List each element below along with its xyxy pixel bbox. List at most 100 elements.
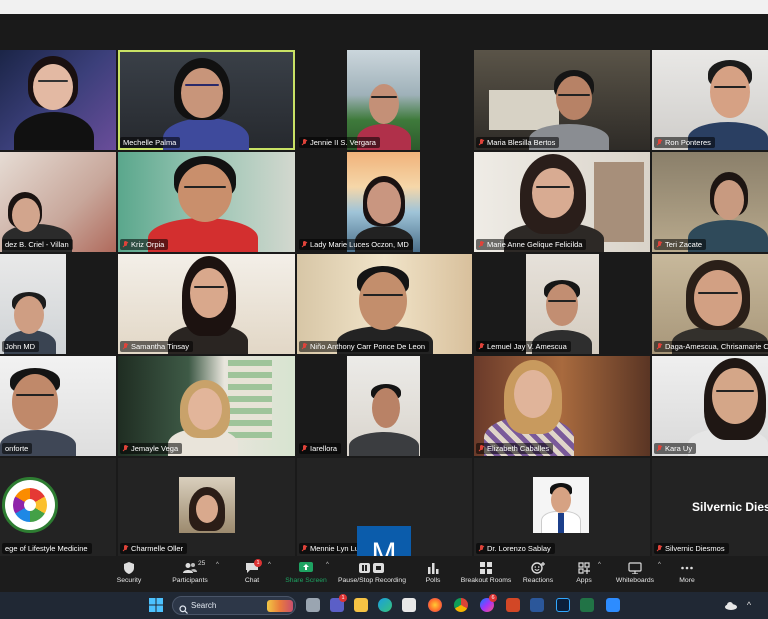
video-tile-active-speaker[interactable]: Mechelle Palma bbox=[118, 50, 295, 150]
grid-icon bbox=[479, 562, 493, 574]
video-tile[interactable]: Silvernic Diesr Silvernic Diesmos bbox=[652, 458, 768, 556]
participant-name-tag: Elizabeth Caballes bbox=[476, 443, 554, 454]
video-tile[interactable]: Elizabeth Caballes bbox=[474, 356, 650, 456]
meeting-header-strip bbox=[0, 14, 768, 50]
apps-icon bbox=[577, 562, 591, 574]
participant-name-tag: Iarellora bbox=[299, 443, 342, 454]
mic-muted-icon bbox=[479, 139, 484, 146]
file-explorer-icon[interactable] bbox=[354, 598, 368, 612]
participants-caret[interactable]: ^ bbox=[216, 562, 219, 568]
search-icon bbox=[179, 601, 188, 619]
edge-icon[interactable] bbox=[378, 598, 392, 612]
video-tile[interactable]: Dr. Lorenzo Sablay bbox=[474, 458, 650, 556]
teams-icon[interactable]: 1 bbox=[330, 594, 347, 612]
chrome-icon[interactable] bbox=[454, 598, 468, 612]
tray-chevron-icon[interactable]: ^ bbox=[742, 598, 756, 612]
video-tile[interactable]: Maria Blesilla Bertos bbox=[474, 50, 650, 150]
powerpoint-icon[interactable] bbox=[506, 598, 520, 612]
participant-name-tag: ege of Lifestyle Medicine bbox=[2, 543, 92, 554]
reactions-button[interactable]: Reactions bbox=[520, 558, 556, 590]
participant-name-tag: Kara Uy bbox=[654, 443, 697, 454]
pause-stop-icon bbox=[359, 562, 385, 574]
video-tile[interactable]: Samantha Tinsay bbox=[118, 254, 295, 354]
participant-name-tag: Niño Anthony Carr Ponce De Leon bbox=[299, 341, 430, 352]
mic-muted-icon bbox=[657, 545, 662, 552]
mic-muted-icon bbox=[479, 545, 484, 552]
video-tile[interactable]: Iarellora bbox=[297, 356, 472, 456]
task-view-icon[interactable] bbox=[306, 598, 320, 612]
chat-badge: 1 bbox=[254, 559, 262, 567]
whiteboards-button[interactable]: Whiteboards bbox=[612, 558, 658, 590]
mic-muted-icon bbox=[123, 343, 128, 350]
messenger-icon[interactable]: 6 bbox=[480, 594, 497, 612]
video-tile[interactable]: Teri Zacate bbox=[652, 152, 768, 252]
mic-muted-icon bbox=[302, 545, 307, 552]
participant-name-tag: John MD bbox=[2, 341, 40, 352]
participant-name-tag: Charmelle Oller bbox=[120, 543, 188, 554]
video-tile[interactable]: John MD bbox=[0, 254, 116, 354]
participant-name-tag: Maria Blesilla Bertos bbox=[476, 137, 560, 148]
breakout-rooms-button[interactable]: Breakout Rooms bbox=[458, 558, 514, 590]
video-tile[interactable]: Kara Uy bbox=[652, 356, 768, 456]
video-tile[interactable]: Kriz Orpia bbox=[118, 152, 295, 252]
windows-taskbar: Search 1 6 ^ bbox=[0, 592, 768, 619]
search-highlight-icon bbox=[267, 600, 293, 612]
store-icon[interactable] bbox=[402, 598, 416, 612]
chat-button[interactable]: 1 Chat bbox=[238, 558, 266, 590]
mic-muted-icon bbox=[302, 139, 307, 146]
share-screen-button[interactable]: Share Screen bbox=[284, 558, 328, 590]
excel-icon[interactable] bbox=[580, 598, 594, 612]
video-tile[interactable]: dez B. Criel - Villan bbox=[0, 152, 116, 252]
firefox-icon[interactable] bbox=[428, 598, 442, 612]
video-tile[interactable]: Jennie II S. Vergara bbox=[297, 50, 472, 150]
video-tile[interactable]: Marie Anne Gelique Felicilda bbox=[474, 152, 650, 252]
participant-name-tag: Marie Anne Gelique Felicilda bbox=[476, 239, 587, 250]
apps-caret[interactable]: ^ bbox=[598, 562, 601, 568]
video-tile[interactable]: ege of Lifestyle Medicine bbox=[0, 458, 116, 556]
share-caret[interactable]: ^ bbox=[326, 562, 329, 568]
mic-muted-icon bbox=[657, 343, 662, 350]
bar-chart-icon bbox=[426, 562, 440, 574]
video-tile[interactable]: Niño Anthony Carr Ponce De Leon bbox=[297, 254, 472, 354]
mic-muted-icon bbox=[302, 343, 307, 350]
participant-name-tag: Teri Zacate bbox=[654, 239, 707, 250]
cloud-icon[interactable] bbox=[724, 598, 738, 612]
taskbar-search[interactable]: Search bbox=[172, 596, 296, 615]
participant-name-tag: Samantha Tinsay bbox=[120, 341, 193, 352]
mic-muted-icon bbox=[479, 343, 484, 350]
word-icon[interactable] bbox=[530, 598, 544, 612]
participants-button[interactable]: 25 Participants bbox=[168, 558, 212, 590]
gallery-view: Mechelle Palma Jennie II S. Vergara Mari… bbox=[0, 50, 768, 582]
record-button[interactable]: Pause/Stop Recording bbox=[336, 558, 408, 590]
participant-name-tag: Jemayle Vega bbox=[120, 443, 183, 454]
apps-button[interactable]: Apps bbox=[570, 558, 598, 590]
video-tile[interactable]: Lady Marie Luces Oczon, MD bbox=[297, 152, 472, 252]
security-button[interactable]: Security bbox=[110, 558, 148, 590]
mic-muted-icon bbox=[123, 545, 128, 552]
video-tile[interactable]: Ron Ponteres bbox=[652, 50, 768, 150]
participant-name-tag: Mechelle Palma bbox=[120, 137, 181, 148]
participant-name-tag: onforte bbox=[2, 443, 33, 454]
chat-caret[interactable]: ^ bbox=[268, 562, 271, 568]
participant-name-tag: Ron Ponteres bbox=[654, 137, 715, 148]
participants-count: 25 bbox=[198, 560, 206, 567]
chat-icon: 1 bbox=[245, 559, 262, 574]
mic-muted-icon bbox=[657, 241, 662, 248]
mic-muted-icon bbox=[657, 445, 662, 452]
video-tile[interactable]: Lemuel Jay V. Amescua bbox=[474, 254, 650, 354]
whiteboards-caret[interactable]: ^ bbox=[658, 562, 661, 568]
video-tile[interactable] bbox=[0, 50, 116, 150]
more-dots-icon bbox=[680, 562, 694, 574]
window-top-bar bbox=[0, 0, 768, 14]
video-tile[interactable]: Charmelle Oller bbox=[118, 458, 295, 556]
participant-display-name: Silvernic Diesr bbox=[692, 500, 768, 514]
photoshop-icon[interactable] bbox=[556, 598, 570, 612]
more-button[interactable]: More bbox=[672, 558, 702, 590]
participant-name-tag: Lady Marie Luces Oczon, MD bbox=[299, 239, 413, 250]
polls-button[interactable]: Polls bbox=[420, 558, 446, 590]
video-tile[interactable]: Jemayle Vega bbox=[118, 356, 295, 456]
video-tile[interactable]: Daga-Amescua, Chrisamarie Ch bbox=[652, 254, 768, 354]
zoom-icon[interactable] bbox=[606, 598, 620, 612]
video-tile[interactable]: onforte bbox=[0, 356, 116, 456]
windows-start-icon[interactable] bbox=[149, 598, 163, 612]
